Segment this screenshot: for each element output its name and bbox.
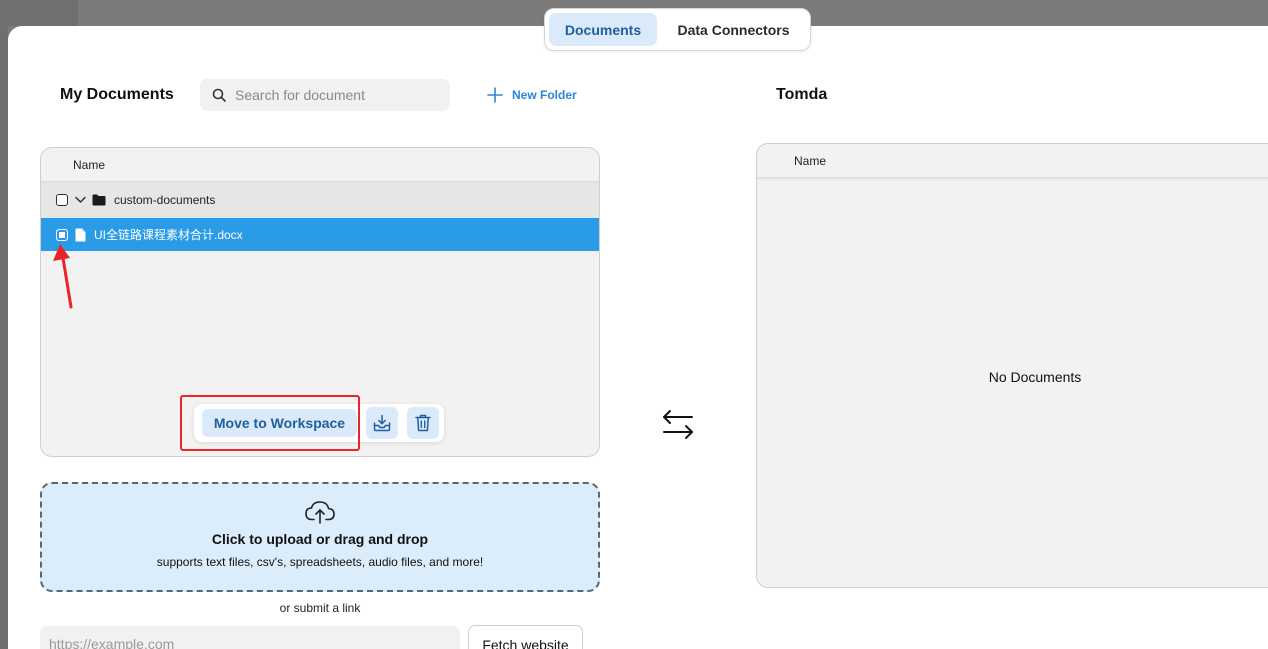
folder-checkbox[interactable] xyxy=(56,194,68,206)
file-icon xyxy=(75,228,86,241)
workspace-documents-table: Name No Documents xyxy=(756,143,1268,588)
folder-name: custom-documents xyxy=(114,193,216,207)
my-documents-title: My Documents xyxy=(60,86,174,103)
upload-sub-text: supports text files, csv's, spreadsheets… xyxy=(156,555,484,569)
move-to-workspace-button[interactable]: Move to Workspace xyxy=(202,409,357,437)
annotation-arrow-icon xyxy=(53,244,73,309)
table-header-name: Name xyxy=(41,148,599,182)
file-name: UI全链路课程素材合计.docx xyxy=(94,228,243,242)
new-folder-label: New Folder xyxy=(512,88,577,102)
or-submit-link-label: or submit a link xyxy=(279,601,361,615)
trash-icon xyxy=(415,414,431,432)
website-url-input[interactable] xyxy=(40,626,460,649)
swap-arrows-icon[interactable] xyxy=(660,408,696,440)
selection-action-bar: Move to Workspace xyxy=(194,404,444,442)
upload-dropzone[interactable]: Click to upload or drag and drop support… xyxy=(40,482,600,592)
file-row[interactable]: UI全链路课程素材合计.docx xyxy=(41,218,599,251)
fetch-website-button[interactable]: Fetch website xyxy=(468,625,583,649)
folder-icon xyxy=(92,194,106,206)
document-search-input[interactable] xyxy=(235,87,435,103)
upload-main-text: Click to upload or drag and drop xyxy=(211,531,429,547)
download-tray-icon xyxy=(373,414,391,432)
tab-documents[interactable]: Documents xyxy=(549,13,657,46)
document-search-box[interactable] xyxy=(200,79,450,111)
download-button[interactable] xyxy=(366,407,398,439)
new-folder-button[interactable]: New Folder xyxy=(487,85,577,105)
tab-switcher: Documents Data Connectors xyxy=(544,8,811,51)
file-checkbox[interactable] xyxy=(56,228,68,241)
backdrop-strip xyxy=(0,0,78,26)
workspace-title: Tomda xyxy=(776,86,828,103)
delete-button[interactable] xyxy=(407,407,439,439)
search-icon xyxy=(212,88,226,102)
no-documents-text: No Documents xyxy=(988,369,1082,385)
tab-data-connectors[interactable]: Data Connectors xyxy=(661,13,806,46)
chevron-down-icon[interactable] xyxy=(75,196,86,204)
folder-row[interactable]: custom-documents xyxy=(41,182,599,218)
backdrop-left xyxy=(0,0,8,649)
cloud-upload-icon xyxy=(305,501,335,524)
workspace-table-header-name: Name xyxy=(757,144,1268,178)
plus-icon xyxy=(487,87,503,103)
